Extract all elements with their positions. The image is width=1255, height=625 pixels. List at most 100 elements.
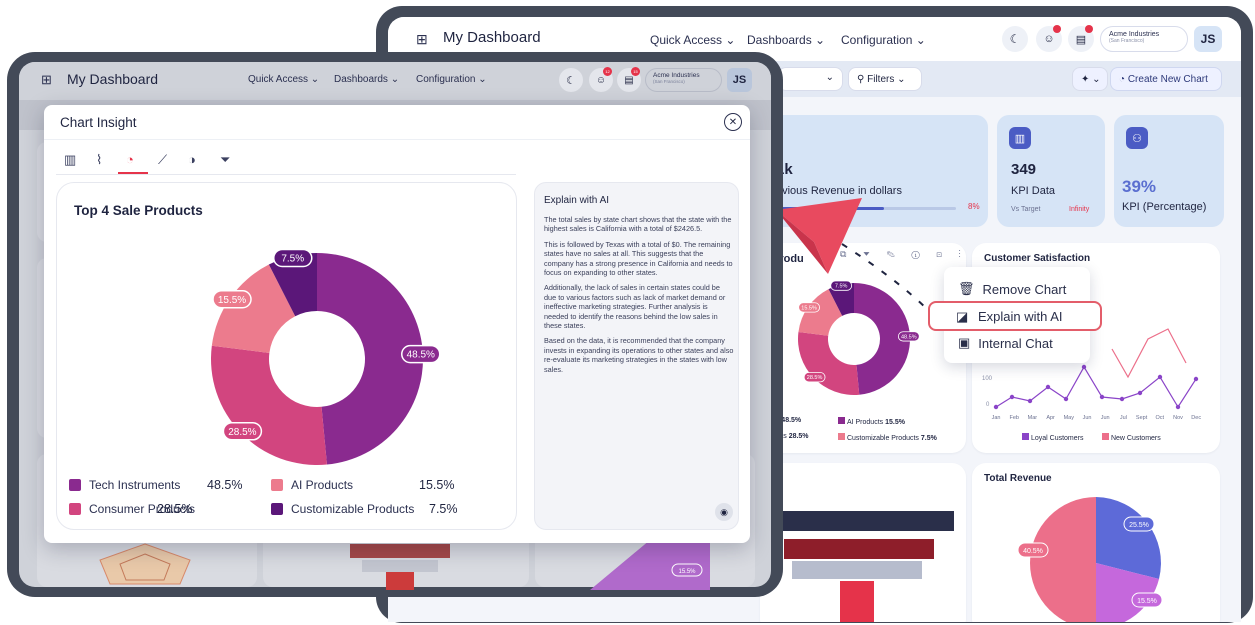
cs-month-label: Sept — [1136, 415, 1148, 421]
notes-badge — [1085, 25, 1093, 33]
back-donut-data-label-1: 48.5% — [901, 334, 917, 340]
tr-label-3: 15.5% — [1137, 598, 1157, 605]
back-donut-slice-2[interactable] — [798, 331, 860, 395]
filters-button[interactable]: ⚲ Filters ⌄ — [848, 67, 922, 91]
trash-icon: 🗑 — [958, 281, 975, 296]
total-revenue-card: Total Revenue 25.5% 40.5% 15.5% — [972, 463, 1220, 622]
front-avatar[interactable]: JS — [727, 68, 752, 92]
back-nav-quick-access[interactable]: Quick Access ⌄ — [650, 33, 735, 47]
legend-swatch-2 — [69, 503, 81, 515]
cs-legend-loyal: Loyal Customers — [1022, 433, 1083, 442]
funnel-step-2 — [784, 539, 934, 559]
pie-chart-tab-icon[interactable]: ◔ — [126, 152, 134, 167]
back-company-selector[interactable]: Acme Industries (San Francisco) — [1100, 26, 1188, 52]
chart-pie-icon: ◔ — [1119, 73, 1126, 85]
legend-swatch-3 — [271, 479, 283, 491]
ai-explanation-text: The total sales by state chart shows tha… — [544, 215, 734, 380]
cs-month-label: Jun — [1083, 415, 1092, 421]
explain-with-ai-panel: Explain with AI The total sales by state… — [534, 182, 739, 530]
create-new-chart-button[interactable]: ◔ Create New Chart — [1110, 67, 1222, 91]
kpi-percentage-value: 39% — [1122, 177, 1157, 196]
back-nav-dashboards[interactable]: Dashboards ⌄ — [747, 33, 825, 47]
ai-chart-icon: ◪ — [956, 309, 969, 324]
kpi-data-card: ▥ 349 KPI Data Vs Target Infinity — [997, 115, 1105, 227]
chat-bubble-icon: ▣ — [958, 335, 971, 350]
cs-month-label: Jun — [1101, 415, 1110, 421]
moon-icon[interactable]: ☾ — [1002, 26, 1028, 52]
back-select[interactable]: ⌄ — [778, 67, 843, 91]
user-plus-icon: ⚇ — [1126, 127, 1148, 149]
front-nav-configuration[interactable]: Configuration ⌄ — [416, 74, 487, 85]
kpi-data-value: 349 — [1011, 161, 1037, 178]
front-bg-funnel — [350, 544, 450, 590]
back-app-title: My Dashboard — [443, 29, 541, 46]
sparkle-button[interactable]: ✦ ⌄ — [1072, 67, 1108, 91]
back-nav-configuration[interactable]: Configuration ⌄ — [841, 33, 926, 47]
kpi-data-label: KPI Data — [1011, 185, 1056, 197]
cs-month-label: Apr — [1046, 415, 1055, 421]
legend-value-1: 48.5% — [207, 478, 243, 492]
kpi-data-infinity: Infinity — [1069, 206, 1090, 213]
ai-paragraph-3: Additionally, the lack of sales in certa… — [544, 283, 726, 331]
front-chat-badge: 12 — [603, 67, 612, 76]
back-donut-data-label-3: 15.5% — [801, 305, 817, 311]
kpi-percentage-label: KPI (Percentage) — [1122, 201, 1207, 213]
front-apps-grid-icon[interactable]: ⊞ — [41, 72, 52, 88]
funnel-step-3 — [792, 561, 922, 579]
front-moon-icon[interactable]: ☾ — [559, 68, 583, 92]
ai-panel-title: Explain with AI — [544, 195, 610, 206]
internal-chat-menu-item[interactable]: ▣ Internal Chat — [958, 335, 1053, 351]
back-donut-data-label-2: 28.5% — [807, 375, 823, 381]
cs-month-label: May — [1064, 415, 1075, 421]
legend-value-4: 7.5% — [429, 502, 458, 516]
customer-satisfaction-title: Customer Satisfaction — [984, 253, 1091, 264]
back-funnel-card — [760, 463, 966, 622]
donut-chart-tab-icon[interactable]: ◑ — [188, 152, 196, 167]
close-icon[interactable]: ✕ — [724, 113, 742, 131]
remove-chart-menu-item[interactable]: 🗑 Remove Chart — [958, 281, 1066, 297]
ai-paragraph-1: The total sales by state chart shows tha… — [544, 215, 732, 234]
bar-chart-tab-icon[interactable]: ▥ — [64, 152, 76, 168]
funnel-chart-tab-icon[interactable]: ⏷ — [220, 152, 230, 168]
apps-grid-icon[interactable]: ⊞ — [416, 31, 428, 48]
tabs-divider — [56, 174, 516, 175]
cs-month-label: Mar — [1028, 415, 1038, 421]
ai-paragraph-2: This is followed by Texas with a total o… — [544, 239, 733, 278]
cs-month-label: Jan — [992, 415, 1001, 421]
front-nav-quick-access[interactable]: Quick Access ⌄ — [248, 74, 319, 85]
area-chart-tab-icon[interactable]: ⟋ — [158, 152, 167, 168]
modal-title: Chart Insight — [60, 115, 137, 130]
cs-month-label: Feb — [1009, 415, 1018, 421]
legend-label-4: Customizable Products — [291, 502, 415, 516]
front-top-bar: ⊞ My Dashboard Quick Access ⌄ Dashboards… — [19, 62, 771, 100]
cursor-dash-line — [841, 243, 931, 313]
explain-with-ai-menu-item[interactable]: ◪ Explain with AI — [928, 301, 1102, 331]
back-legend-2: AI Products 15.5% — [838, 417, 905, 426]
back-avatar[interactable]: JS — [1194, 26, 1222, 52]
total-revenue-svg: 25.5% 40.5% 15.5% — [1017, 497, 1163, 622]
top-products-chart-card: Top 4 Sale Products 48.5% 28.5% 15.5% 7.5% … — [56, 182, 517, 530]
front-donut-slice-2[interactable] — [211, 345, 327, 465]
front-donut-data-label-1: 48.5% — [407, 350, 435, 361]
line-chart-tab-icon[interactable]: ⌇ — [96, 152, 102, 168]
funnel-step-1 — [776, 511, 954, 531]
bar-chart-icon: ▥ — [1009, 127, 1031, 149]
legend-swatch-4 — [271, 503, 283, 515]
legend-value-3: 15.5% — [419, 478, 455, 492]
front-donut-data-label-3: 15.5% — [218, 295, 246, 306]
front-company-selector[interactable]: Acme Industries (San Francisco) — [645, 68, 722, 92]
front-bg-radar — [99, 543, 191, 585]
front-app-title: My Dashboard — [67, 71, 159, 87]
cs-month-label: Nov — [1173, 415, 1183, 421]
cs-month-label: Dec — [1191, 415, 1201, 421]
donut-chart-svg: 48.5% 28.5% 15.5% 7.5% — [211, 248, 441, 465]
back-legend-4: Customizable Products 7.5% — [838, 433, 937, 442]
cs-month-label: Jul — [1120, 415, 1127, 421]
filter-icon: ⚲ — [857, 73, 865, 85]
legend-swatch-1 — [69, 479, 81, 491]
front-nav-dashboards[interactable]: Dashboards ⌄ — [334, 74, 399, 85]
legend-value-2: 28.5% — [157, 502, 193, 516]
voice-wave-icon[interactable]: ◉ — [715, 503, 733, 521]
front-bg-pie-label: 15.5% — [678, 569, 696, 575]
front-bg-pie: 15.5% — [590, 540, 710, 590]
